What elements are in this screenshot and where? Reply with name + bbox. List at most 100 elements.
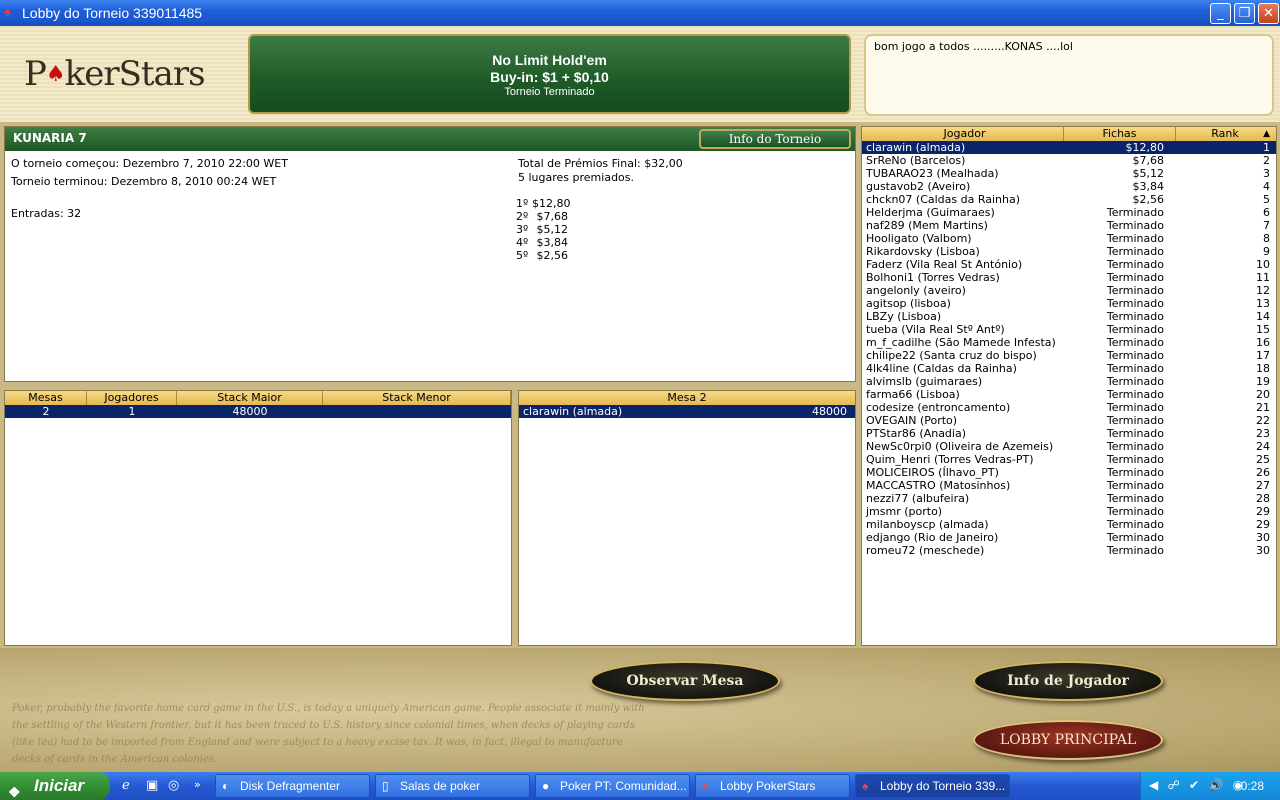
col-rank[interactable]: Rank ▲ — [1176, 127, 1274, 141]
player-row[interactable]: naf289 (Mem Martins) Terminado 7 — [862, 219, 1276, 232]
player-chips: Terminado — [1106, 297, 1164, 310]
player-chips: Terminado — [1106, 505, 1164, 518]
player-name: chilipe22 (Santa cruz do bispo) — [866, 349, 1037, 362]
player-row[interactable]: NewSc0rpi0 (Oliveira de Azemeis) Terminad… — [862, 440, 1276, 453]
player-rank: 28 — [1256, 492, 1270, 505]
prize-total: Total de Prémios Final: $32,00 — [518, 157, 683, 170]
player-row[interactable]: agitsop (lisboa) Terminado 13 — [862, 297, 1276, 310]
quicklaunch-more-icon[interactable]: » — [194, 778, 201, 791]
player-name: MACCASTRO (Matosinhos) — [866, 479, 1011, 492]
player-row[interactable]: OVEGAIN (Porto) Terminado 22 — [862, 414, 1276, 427]
player-name: farma66 (Lisboa) — [866, 388, 960, 401]
col-stack-menor[interactable]: Stack Menor — [323, 391, 511, 405]
player-rank: 14 — [1256, 310, 1270, 323]
player-row[interactable]: Bolhoni1 (Torres Vedras) Terminado 11 — [862, 271, 1276, 284]
player-chips: Terminado — [1106, 401, 1164, 414]
player-row[interactable]: chckn07 (Caldas da Rainha) $2,56 5 — [862, 193, 1276, 206]
internet-explorer-icon[interactable]: ℯ — [122, 778, 130, 793]
player-name: naf289 (Mem Martins) — [866, 219, 988, 232]
player-chips: Terminado — [1106, 453, 1164, 466]
player-info-button[interactable]: Info de Jogador — [973, 661, 1163, 701]
player-row[interactable]: codesize (entroncamento) Terminado 21 — [862, 401, 1276, 414]
entries-value: 32 — [67, 207, 82, 220]
main-lobby-button[interactable]: LOBBY PRINCIPAL — [973, 720, 1163, 760]
player-row[interactable]: chilipe22 (Santa cruz do bispo) Terminado… — [862, 349, 1276, 362]
quicklaunch-app-icon[interactable]: ◎ — [168, 778, 179, 793]
minimize-button[interactable]: _ — [1210, 3, 1231, 24]
player-row[interactable]: TUBARAO23 (Mealhada) $5,12 3 — [862, 167, 1276, 180]
player-row[interactable]: tueba (Vila Real Stº Antº) Terminado 15 — [862, 323, 1276, 336]
start-button[interactable]: ❖ Iniciar — [0, 772, 110, 800]
prize-amount: $12,80 — [532, 197, 571, 210]
start-label: O torneio começou: — [11, 157, 120, 170]
col-fichas[interactable]: Fichas — [1064, 127, 1176, 141]
observe-table-button[interactable]: Observar Mesa — [590, 661, 780, 701]
table-detail-panel: Mesa 2 clarawin (almada) 48000 — [518, 390, 856, 646]
player-row[interactable]: PTStar86 (Anadia) Terminado 23 — [862, 427, 1276, 440]
player-chips: Terminado — [1106, 544, 1164, 557]
col-jogador[interactable]: Jogador — [862, 127, 1064, 141]
system-tray: ◀ ☍ ✔ 🔊 ◉ 0:28 — [1140, 772, 1280, 800]
player-row[interactable]: Rikardovsky (Lisboa) Terminado 9 — [862, 245, 1276, 258]
prize-row: 1º $12,80 — [516, 197, 571, 210]
player-row[interactable]: Quim_Henri (Torres Vedras-PT) Terminado 25 — [862, 453, 1276, 466]
player-row[interactable]: gustavob2 (Aveiro) $3,84 4 — [862, 180, 1276, 193]
show-desktop-icon[interactable]: ▣ — [146, 778, 158, 793]
player-row[interactable]: edjango (Rio de Janeiro) Terminado 30 — [862, 531, 1276, 544]
player-row[interactable]: romeu72 (meschede) Terminado 30 — [862, 544, 1276, 557]
col-stack-maior[interactable]: Stack Maior — [177, 391, 323, 405]
table-row[interactable]: 2 1 48000 — [5, 405, 511, 418]
tray-icons[interactable]: ◀ ☍ ✔ 🔊 ◉ — [1149, 778, 1246, 792]
taskbar-item-salas-de-poker[interactable]: ▯ Salas de poker — [375, 774, 530, 798]
player-rank: 19 — [1256, 375, 1270, 388]
player-row[interactable]: nezzi77 (albufeira) Terminado 28 — [862, 492, 1276, 505]
player-row[interactable]: milanboyscp (almada) Terminado 29 — [862, 518, 1276, 531]
player-chips: Terminado — [1106, 323, 1164, 336]
chat-box[interactable]: bom jogo a todos .........KONAS ....lol — [864, 34, 1274, 116]
maximize-button[interactable]: ❐ — [1234, 3, 1255, 24]
chat-message: bom jogo a todos .........KONAS ....lol — [874, 40, 1073, 53]
col-mesas[interactable]: Mesas — [5, 391, 87, 405]
player-row[interactable]: 4lk4line (Caldas da Rainha) Terminado 18 — [862, 362, 1276, 375]
player-chips: Terminado — [1106, 232, 1164, 245]
player-row[interactable]: Helderjma (Guimaraes) Terminado 6 — [862, 206, 1276, 219]
end-value: Dezembro 8, 2010 00:24 WET — [111, 175, 277, 188]
defragmenter-icon: ◐ — [222, 779, 230, 793]
player-row[interactable]: clarawin (almada) $12,80 1 — [862, 141, 1276, 154]
player-name: TUBARAO23 (Mealhada) — [866, 167, 999, 180]
player-chips: Terminado — [1106, 492, 1164, 505]
taskbar-item-poker-pt[interactable]: ● Poker PT: Comunidad... — [535, 774, 690, 798]
seat-player: clarawin (almada) — [523, 405, 623, 418]
player-rank: 17 — [1256, 349, 1270, 362]
taskbar-item-lobby-torneio[interactable]: ♠ Lobby do Torneio 339... — [855, 774, 1010, 798]
player-row[interactable]: Hooligato (Valbom) Terminado 8 — [862, 232, 1276, 245]
clock: 0:28 — [1240, 779, 1264, 793]
player-row[interactable]: MOLICEIROS (Ílhavo_PT) Terminado 26 — [862, 466, 1276, 479]
table-detail-title: Mesa 2 — [667, 391, 707, 404]
prize-place: 5º — [516, 249, 529, 262]
player-row[interactable]: m_f_cadilhe (São Mamede Infesta) Terminad… — [862, 336, 1276, 349]
player-row[interactable]: jmsmr (porto) Terminado 29 — [862, 505, 1276, 518]
player-row[interactable]: Faderz (Vila Real St António) Terminado 10 — [862, 258, 1276, 271]
tournament-info-button[interactable]: Info do Torneio — [699, 129, 851, 149]
col-jogadores[interactable]: Jogadores — [87, 391, 177, 405]
prize-place: 4º — [516, 236, 529, 249]
taskbar-item-disk-defragmenter[interactable]: ◐ Disk Defragmenter — [215, 774, 370, 798]
player-name: jmsmr (porto) — [866, 505, 943, 518]
player-row[interactable]: MACCASTRO (Matosinhos) Terminado 27 — [862, 479, 1276, 492]
table-detail-row[interactable]: clarawin (almada) 48000 — [519, 405, 855, 418]
player-name: MOLICEIROS (Ílhavo_PT) — [866, 466, 999, 479]
pokerstars-icon: ♠ — [862, 779, 869, 793]
player-name: romeu72 (meschede) — [866, 544, 985, 557]
taskbar-item-lobby-pokerstars[interactable]: ♠ Lobby PokerStars — [695, 774, 850, 798]
player-row[interactable]: alvimslb (guimaraes) Terminado 19 — [862, 375, 1276, 388]
player-name: agitsop (lisboa) — [866, 297, 951, 310]
player-row[interactable]: farma66 (Lisboa) Terminado 20 — [862, 388, 1276, 401]
player-row[interactable]: SrReNo (Barcelos) $7,68 2 — [862, 154, 1276, 167]
close-button[interactable]: ✕ — [1258, 3, 1279, 24]
pokerstars-spade-icon: ♠ — [4, 4, 11, 19]
bottom-area: Poker, probably the favorite home card g… — [0, 648, 1280, 772]
window-title: Lobby do Torneio 339011485 — [22, 5, 203, 21]
player-row[interactable]: angelonly (aveiro) Terminado 12 — [862, 284, 1276, 297]
player-row[interactable]: LBZy (Lisboa) Terminado 14 — [862, 310, 1276, 323]
